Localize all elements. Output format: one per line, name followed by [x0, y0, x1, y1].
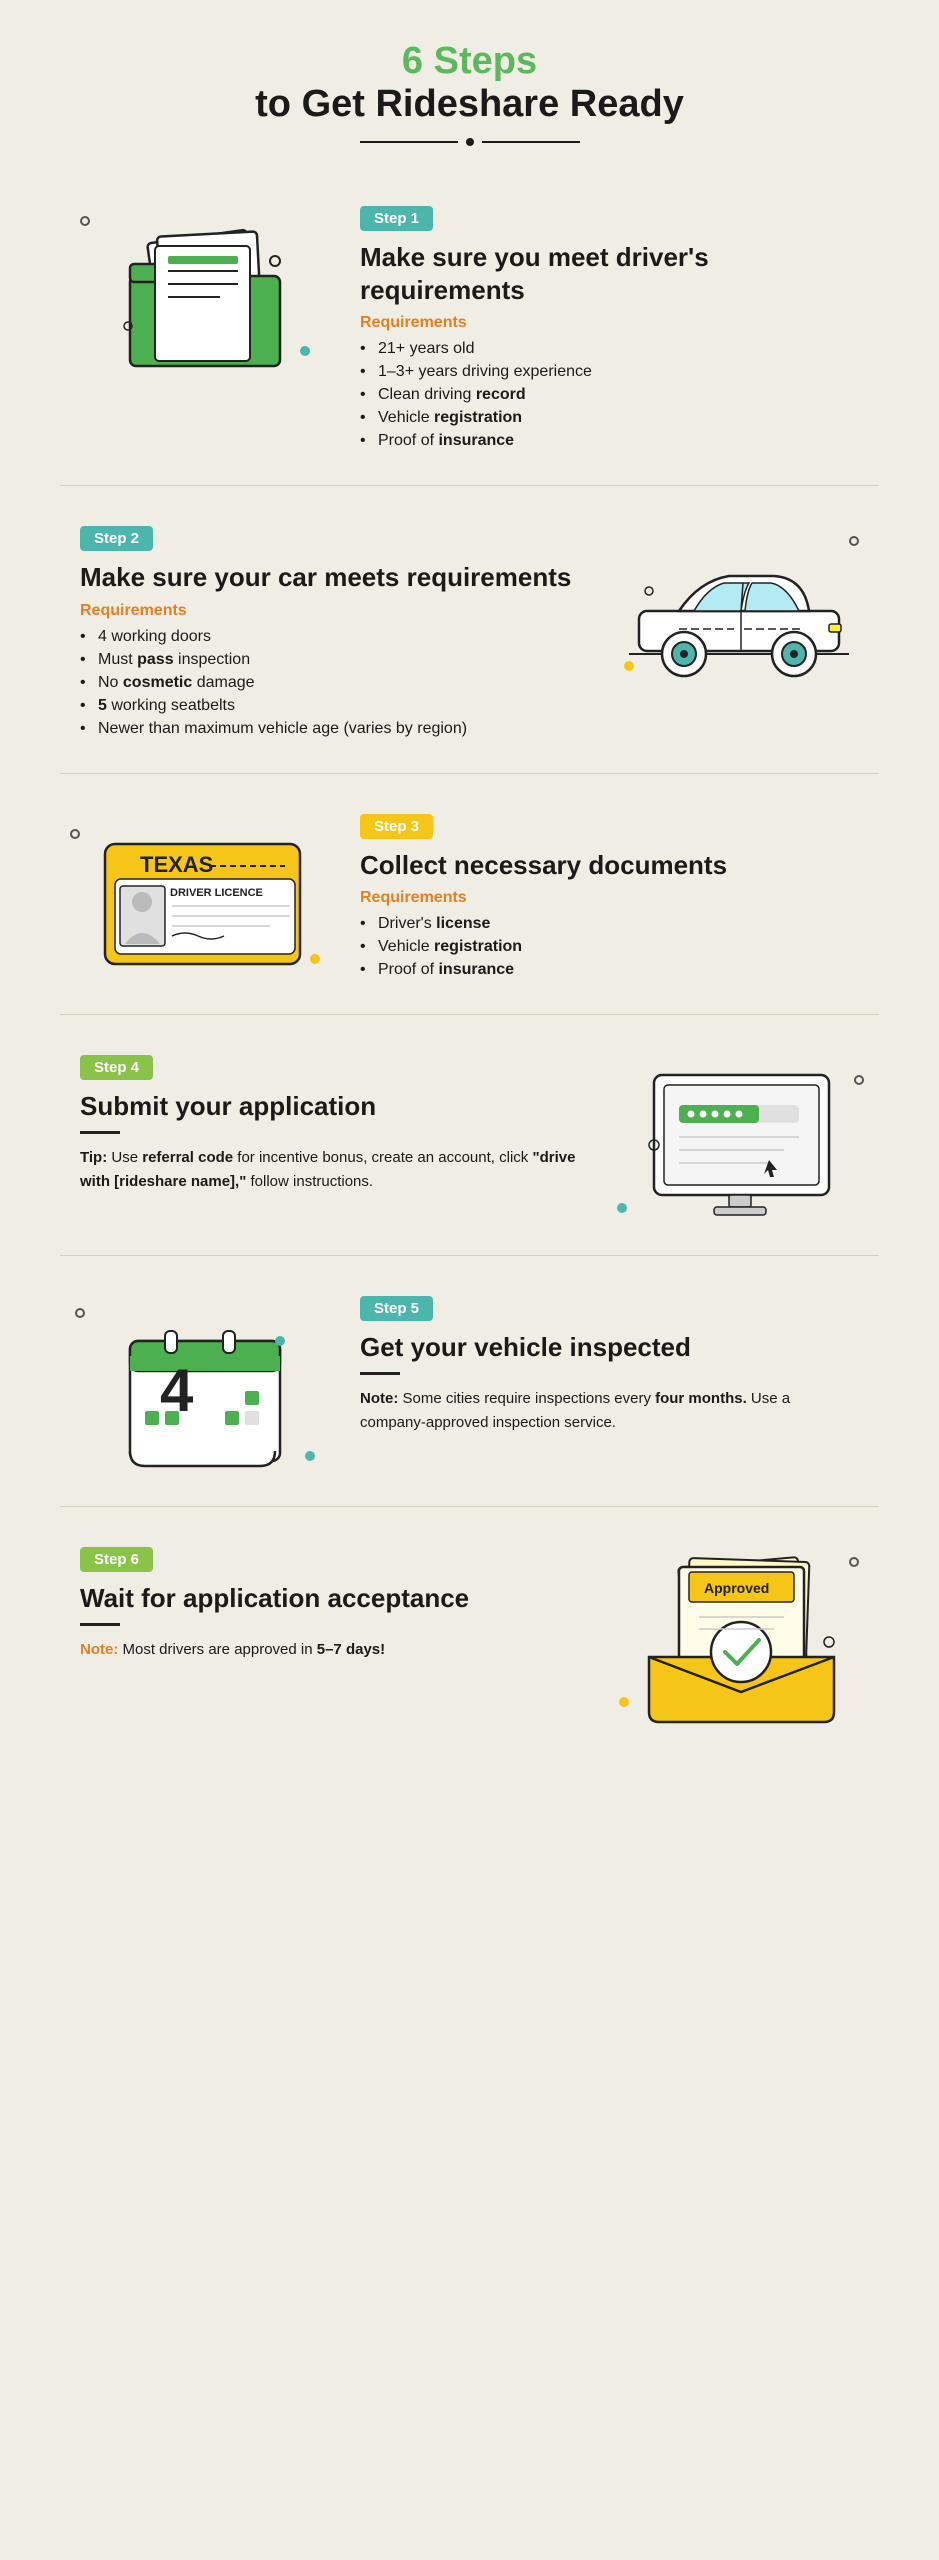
list-item: Newer than maximum vehicle age (varies b… [80, 720, 579, 738]
folder-svg [100, 206, 300, 376]
step4-divider [80, 1131, 120, 1134]
divider-dot [466, 138, 474, 146]
step4-badge: Step 4 [80, 1055, 153, 1080]
list-item: 4 working doors [80, 628, 579, 646]
list-item: Clean driving record [360, 386, 859, 404]
step5-section: 4 Step 5 Get your vehicle inspected Note… [60, 1266, 879, 1507]
step3-image: TEXAS DRIVER LICENCE [60, 814, 340, 974]
step1-content: Step 1 Make sure you meet driver's requi… [340, 206, 879, 455]
dot-teal-4 [617, 1203, 627, 1213]
step2-req-label: Requirements [80, 602, 579, 620]
dot-outline-1 [80, 216, 90, 226]
svg-text:Approved: Approved [704, 1580, 769, 1596]
step6-title: Wait for application acceptance [80, 1582, 579, 1615]
envelope-svg: Approved [629, 1547, 849, 1727]
step3-title: Collect necessary documents [360, 849, 859, 882]
main-header: 6 Steps to Get Rideshare Ready [60, 40, 879, 126]
step4-content: Step 4 Submit your application Tip: Use … [60, 1055, 599, 1194]
list-item: 1–3+ years driving experience [360, 363, 859, 381]
car-svg [619, 526, 859, 686]
dot-yellow-2 [624, 661, 634, 671]
dot-outline-5 [75, 1308, 85, 1318]
step4-image [599, 1055, 879, 1225]
list-item: No cosmetic damage [80, 674, 579, 692]
dot-teal-5 [305, 1451, 315, 1461]
title-green: 6 Steps [60, 40, 879, 83]
step5-image: 4 [60, 1296, 340, 1476]
list-item: Proof of insurance [360, 961, 859, 979]
step5-title: Get your vehicle inspected [360, 1331, 859, 1364]
list-item: Driver's license [360, 915, 859, 933]
step4-note: Tip: Use referral code for incentive bon… [80, 1146, 579, 1194]
step2-section: Step 2 Make sure your car meets requirem… [60, 496, 879, 774]
step3-content: Step 3 Collect necessary documents Requi… [340, 814, 879, 985]
dot-teal-1 [300, 346, 310, 356]
title-black: to Get Rideshare Ready [60, 83, 879, 126]
svg-text:DRIVER LICENCE: DRIVER LICENCE [170, 887, 263, 899]
step5-note: Note: Some cities require inspections ev… [360, 1387, 859, 1435]
step6-image: Approved [599, 1547, 879, 1727]
step1-req-list: 21+ years old 1–3+ years driving experie… [360, 340, 859, 450]
step2-badge: Step 2 [80, 526, 153, 551]
step4-title: Submit your application [80, 1090, 579, 1123]
step1-section: Step 1 Make sure you meet driver's requi… [60, 176, 879, 486]
list-item: 21+ years old [360, 340, 859, 358]
list-item: Must pass inspection [80, 651, 579, 669]
step4-section: Step 4 Submit your application Tip: Use … [60, 1025, 879, 1256]
step1-req-label: Requirements [360, 314, 859, 332]
step6-divider [80, 1623, 120, 1626]
step2-image [599, 526, 879, 686]
calendar-svg: 4 [95, 1296, 305, 1476]
step1-title: Make sure you meet driver's requirements [360, 241, 859, 306]
list-item: Proof of insurance [360, 432, 859, 450]
title-divider [360, 138, 580, 146]
step3-req-label: Requirements [360, 889, 859, 907]
step5-badge: Step 5 [360, 1296, 433, 1321]
step1-image [60, 206, 340, 376]
dot-yellow-3 [310, 954, 320, 964]
page-container: 6 Steps to Get Rideshare Ready [0, 0, 939, 1807]
svg-text:TEXAS: TEXAS [140, 852, 213, 877]
step5-content: Step 5 Get your vehicle inspected Note: … [340, 1296, 879, 1435]
dot-outline-6 [849, 1557, 859, 1567]
list-item: Vehicle registration [360, 938, 859, 956]
step2-content: Step 2 Make sure your car meets requirem… [60, 526, 599, 743]
step2-req-list: 4 working doors Must pass inspection No … [80, 628, 579, 738]
list-item: 5 working seatbelts [80, 697, 579, 715]
dot-outline-2 [849, 536, 859, 546]
step2-title: Make sure your car meets requirements [80, 561, 579, 594]
monitor-svg [629, 1055, 849, 1225]
step3-req-list: Driver's license Vehicle registration Pr… [360, 915, 859, 979]
dot-yellow-6 [619, 1697, 629, 1707]
step6-section: Approved Step 6 Wait for application acc… [60, 1517, 879, 1757]
step6-note: Note: Most drivers are approved in 5–7 d… [80, 1638, 579, 1662]
dot-outline-4 [854, 1075, 864, 1085]
license-svg: TEXAS DRIVER LICENCE [90, 814, 310, 974]
step6-content: Step 6 Wait for application acceptance N… [60, 1547, 599, 1662]
step1-badge: Step 1 [360, 206, 433, 231]
step5-divider [360, 1372, 400, 1375]
step3-badge: Step 3 [360, 814, 433, 839]
list-item: Vehicle registration [360, 409, 859, 427]
step6-badge: Step 6 [80, 1547, 153, 1572]
dot-outline-3 [70, 829, 80, 839]
step3-section: TEXAS DRIVER LICENCE Step [60, 784, 879, 1016]
